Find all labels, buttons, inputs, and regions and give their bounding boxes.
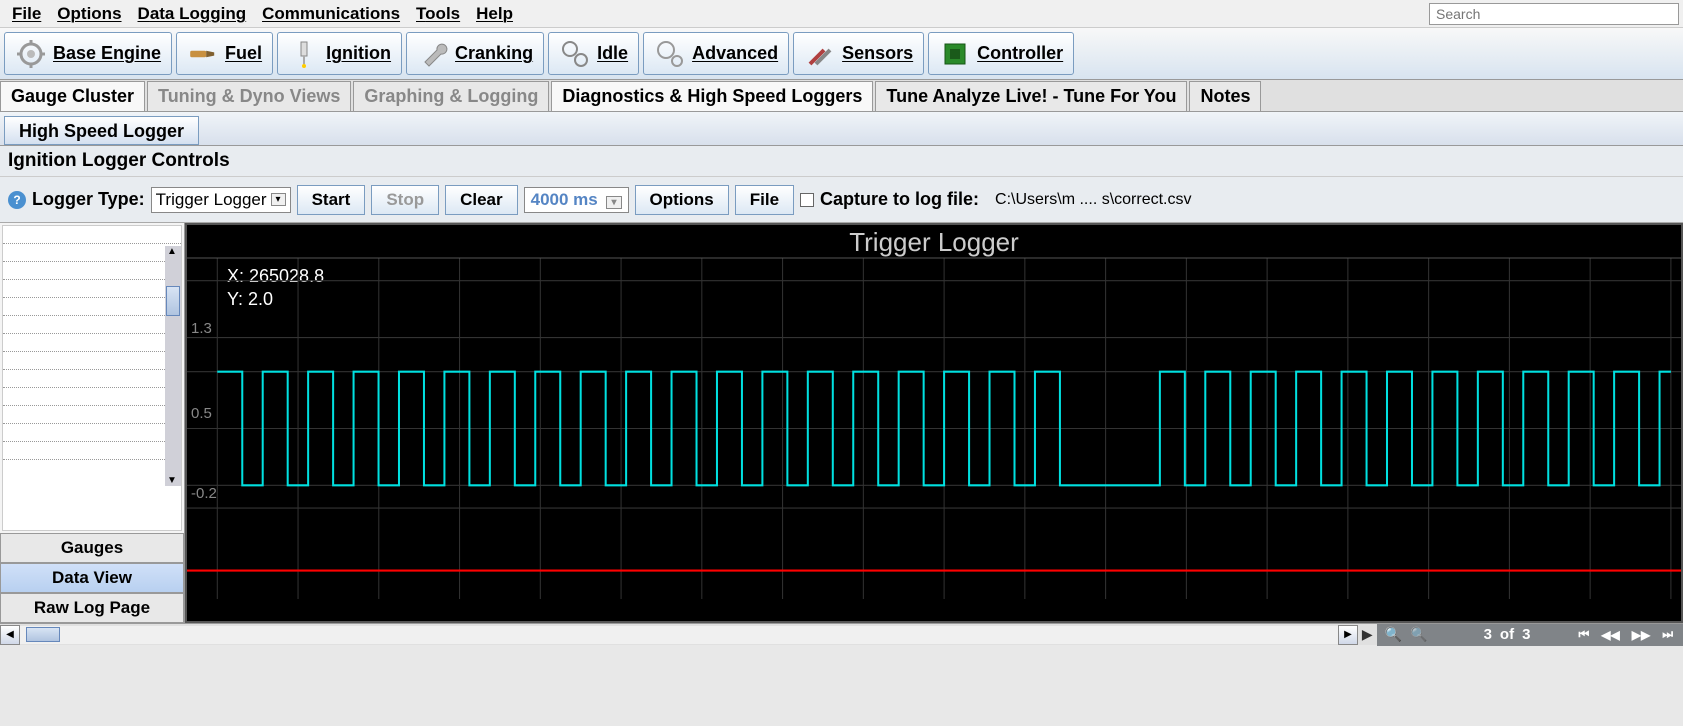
tab-diagnostics[interactable]: Diagnostics & High Speed Loggers [551, 81, 873, 111]
chip-icon [939, 38, 971, 70]
sidebar: ▲ ▼ Gauges Data View Raw Log Page [0, 223, 185, 623]
chevron-down-icon[interactable]: ▾ [606, 196, 621, 209]
pager-next-icon[interactable]: ▶▶ [1630, 628, 1652, 642]
main-area: ▲ ▼ Gauges Data View Raw Log Page Trigge… [0, 223, 1683, 623]
wrench-icon [417, 38, 449, 70]
pager-first-icon[interactable]: ⏮ [1576, 627, 1591, 642]
pager-last-icon[interactable]: ⏭ [1660, 627, 1675, 642]
toolbar-label: Idle [597, 43, 628, 64]
pager-current: 3 [1484, 626, 1492, 643]
toolbar-label: Fuel [225, 43, 262, 64]
gear-icon [15, 38, 47, 70]
menu-data-logging[interactable]: Data Logging [130, 2, 255, 26]
menu-communications[interactable]: Communications [254, 2, 408, 26]
file-button[interactable]: File [735, 185, 794, 215]
menu-options[interactable]: Options [49, 2, 129, 26]
search-input[interactable] [1429, 3, 1679, 25]
scroll-down-icon[interactable]: ▼ [167, 475, 177, 486]
sidebar-scrollbar[interactable]: ▲ ▼ [165, 246, 181, 486]
tabbar: Gauge Cluster Tuning & Dyno Views Graphi… [0, 80, 1683, 112]
toolbar-label: Cranking [455, 43, 533, 64]
bottom-scrollbar: ◀ ▶ ▶ 🔍 🔍 3 of 3 ⏮ ◀◀ ▶▶ ⏭ [0, 623, 1683, 645]
sidebar-tab-gauges[interactable]: Gauges [0, 533, 184, 563]
capture-path: C:\Users\m .... s\correct.csv [985, 191, 1191, 209]
pager-of-label: of [1500, 626, 1514, 643]
hscroll-track[interactable] [20, 626, 1338, 644]
logger-type-dropdown[interactable]: Trigger Logger ▾ [151, 187, 291, 213]
chevron-down-icon[interactable]: ▾ [271, 193, 286, 206]
hscroll-right-icon[interactable]: ▶ [1338, 625, 1358, 645]
toolbar-label: Controller [977, 43, 1063, 64]
subtab-row: High Speed Logger [0, 112, 1683, 146]
toolbar-sensors[interactable]: Sensors [793, 32, 924, 75]
section-title: Ignition Logger Controls [0, 146, 1683, 177]
chart-area[interactable]: Trigger Logger X: 265028.8 Y: 2.0 1.3 0.… [185, 223, 1683, 623]
spark-icon [288, 38, 320, 70]
controls-row: ? Logger Type: Trigger Logger ▾ Start St… [0, 177, 1683, 223]
toolbar-ignition[interactable]: Ignition [277, 32, 402, 75]
toolbar-label: Base Engine [53, 43, 161, 64]
toolbar-fuel[interactable]: Fuel [176, 32, 273, 75]
sidebar-tabs: Gauges Data View Raw Log Page [0, 533, 184, 623]
pager-prev-icon[interactable]: ◀◀ [1599, 628, 1621, 642]
toolbar-label: Advanced [692, 43, 778, 64]
sidebar-tab-raw-log[interactable]: Raw Log Page [0, 593, 184, 623]
toolbar-advanced[interactable]: Advanced [643, 32, 789, 75]
menu-help[interactable]: Help [468, 2, 521, 26]
zoom-pager-bar: 🔍 🔍 3 of 3 ⏮ ◀◀ ▶▶ ⏭ [1377, 624, 1683, 646]
toolbar-label: Sensors [842, 43, 913, 64]
toolbar-base-engine[interactable]: Base Engine [4, 32, 172, 75]
subtab-high-speed-logger[interactable]: High Speed Logger [4, 116, 199, 145]
pager-total: 3 [1522, 626, 1530, 643]
scrollbar-thumb[interactable] [166, 286, 180, 316]
tools-icon [804, 38, 836, 70]
tab-notes[interactable]: Notes [1189, 81, 1261, 111]
menu-file[interactable]: File [4, 2, 49, 26]
tab-graphing-logging[interactable]: Graphing & Logging [353, 81, 549, 111]
options-button[interactable]: Options [635, 185, 729, 215]
play-icon[interactable]: ▶ [1358, 626, 1377, 643]
tab-tune-analyze[interactable]: Tune Analyze Live! - Tune For You [875, 81, 1187, 111]
gears-icon [559, 38, 591, 70]
scroll-up-icon[interactable]: ▲ [167, 246, 177, 257]
logger-type-value: Trigger Logger [156, 190, 267, 210]
info-icon[interactable]: ? [8, 191, 26, 209]
cogs-icon [654, 38, 686, 70]
tab-tuning-dyno[interactable]: Tuning & Dyno Views [147, 81, 351, 111]
tab-gauge-cluster[interactable]: Gauge Cluster [0, 81, 145, 111]
sidebar-tab-data-view[interactable]: Data View [0, 563, 184, 593]
start-button[interactable]: Start [297, 185, 366, 215]
gauges-preview-pane[interactable]: ▲ ▼ [2, 225, 182, 531]
capture-label: Capture to log file: [820, 189, 979, 210]
toolbar: Base Engine Fuel Ignition Cranking Idle … [0, 28, 1683, 80]
toolbar-idle[interactable]: Idle [548, 32, 639, 75]
logger-type-label: Logger Type: [32, 189, 145, 210]
injector-icon [187, 38, 219, 70]
menu-tools[interactable]: Tools [408, 2, 468, 26]
chart-svg [187, 225, 1681, 621]
zoom-in-icon[interactable]: 🔍 [1410, 626, 1427, 643]
menubar: File Options Data Logging Communications… [0, 0, 1683, 28]
stop-button[interactable]: Stop [371, 185, 439, 215]
toolbar-cranking[interactable]: Cranking [406, 32, 544, 75]
hscroll-left-icon[interactable]: ◀ [0, 625, 20, 645]
toolbar-label: Ignition [326, 43, 391, 64]
interval-display[interactable]: 4000 ms ▾ [524, 187, 629, 213]
hscroll-thumb[interactable] [26, 627, 60, 642]
clear-button[interactable]: Clear [445, 185, 518, 215]
capture-checkbox[interactable] [800, 193, 814, 207]
toolbar-controller[interactable]: Controller [928, 32, 1074, 75]
zoom-out-icon[interactable]: 🔍 [1385, 626, 1402, 643]
